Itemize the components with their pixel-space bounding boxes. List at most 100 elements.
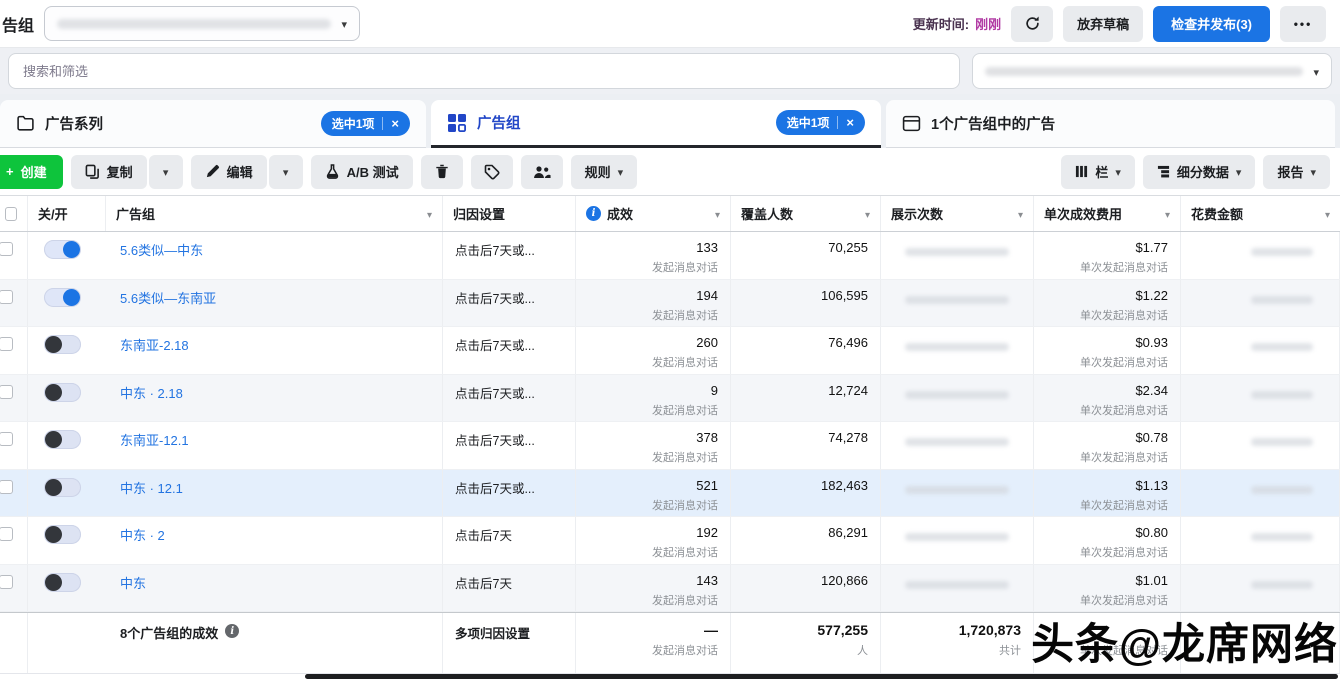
results-value: 143 bbox=[588, 573, 718, 588]
reach-value: 76,496 bbox=[743, 335, 868, 350]
row-checkbox[interactable] bbox=[0, 575, 13, 589]
topbar-actions: 更新时间: 刚刚 放弃草稿 检查并发布(3) ••• bbox=[913, 6, 1326, 42]
tab-ads[interactable]: 1个广告组中的广告 bbox=[886, 100, 1335, 148]
cost-sublabel: 单次发起消息对话 bbox=[1046, 547, 1168, 560]
adset-name-link[interactable]: 5.6类似—东南亚 bbox=[120, 291, 216, 306]
update-time-value: 刚刚 bbox=[975, 14, 1001, 33]
footer-results-sublabel: 发起消息对话 bbox=[588, 645, 718, 658]
duplicate-dropdown-button[interactable] bbox=[149, 155, 183, 189]
adset-name-link[interactable]: 中东 bbox=[120, 576, 146, 591]
redacted-spend-value bbox=[1251, 581, 1313, 589]
select-all-checkbox[interactable] bbox=[5, 207, 17, 221]
adset-name-link[interactable]: 东南亚-2.18 bbox=[120, 338, 189, 353]
more-options-button[interactable]: ••• bbox=[1280, 6, 1326, 42]
adset-name-link[interactable]: 5.6类似—中东 bbox=[120, 243, 203, 258]
status-toggle[interactable] bbox=[44, 335, 81, 354]
tag-icon bbox=[484, 164, 500, 180]
table-row[interactable]: 5.6类似—中东 点击后7天或... 133 发起消息对话 70,255 $1.… bbox=[0, 232, 1340, 280]
duplicate-button[interactable]: 复制 bbox=[71, 155, 147, 189]
results-value: 260 bbox=[588, 335, 718, 350]
table-row[interactable]: 东南亚-12.1 点击后7天或... 378 发起消息对话 74,278 $0.… bbox=[0, 422, 1340, 470]
deselect-icon[interactable]: × bbox=[391, 117, 399, 130]
adset-name-link[interactable]: 中东 · 2.18 bbox=[120, 386, 183, 401]
header-toggle: 关/开 bbox=[28, 196, 106, 231]
header-impressions[interactable]: 展示次数 bbox=[881, 196, 1034, 231]
status-toggle[interactable] bbox=[44, 478, 81, 497]
columns-button[interactable]: 栏 bbox=[1061, 155, 1135, 189]
create-button[interactable]: + 创建 bbox=[0, 155, 63, 189]
row-checkbox[interactable] bbox=[0, 527, 13, 541]
header-reach[interactable]: 覆盖人数 bbox=[731, 196, 881, 231]
search-filter-input[interactable] bbox=[8, 53, 960, 89]
status-toggle[interactable] bbox=[44, 525, 81, 544]
toggle-knob bbox=[45, 336, 62, 353]
header-cost-per-result[interactable]: 单次成效费用 bbox=[1034, 196, 1181, 231]
redacted-spend-value bbox=[1251, 343, 1313, 351]
edit-dropdown-button[interactable] bbox=[269, 155, 303, 189]
header-amount-spent[interactable]: 花费金额 bbox=[1181, 196, 1340, 231]
row-checkbox[interactable] bbox=[0, 337, 13, 351]
chevron-down-icon bbox=[163, 164, 169, 179]
redacted-spend-value bbox=[1251, 486, 1313, 494]
delete-button[interactable] bbox=[421, 155, 463, 189]
ab-test-button[interactable]: A/B 测试 bbox=[311, 155, 413, 189]
report-button[interactable]: 报告 bbox=[1263, 155, 1330, 189]
row-checkbox[interactable] bbox=[0, 385, 13, 399]
attribution-value: 点击后7天或... bbox=[455, 434, 535, 448]
header-adset-name[interactable]: 广告组 bbox=[106, 196, 443, 231]
chevron-down-icon bbox=[283, 164, 289, 179]
cost-sublabel: 单次发起消息对话 bbox=[1046, 452, 1168, 465]
results-sublabel: 发起消息对话 bbox=[588, 310, 718, 323]
table-body: 5.6类似—中东 点击后7天或... 133 发起消息对话 70,255 $1.… bbox=[0, 232, 1340, 612]
breakdown-button[interactable]: 细分数据 bbox=[1143, 155, 1256, 189]
action-toolbar: + 创建 复制 编辑 A/B 测试 bbox=[0, 148, 1340, 196]
adset-name-link[interactable]: 中东 · 12.1 bbox=[120, 481, 183, 496]
table-row[interactable]: 5.6类似—东南亚 点击后7天或... 194 发起消息对话 106,595 $… bbox=[0, 280, 1340, 328]
status-toggle[interactable] bbox=[44, 430, 81, 449]
header-results[interactable]: i成效 bbox=[576, 196, 731, 231]
status-toggle[interactable] bbox=[44, 240, 81, 259]
row-checkbox[interactable] bbox=[0, 432, 13, 446]
status-toggle[interactable] bbox=[44, 383, 81, 402]
deselect-icon[interactable]: × bbox=[846, 116, 854, 129]
level-tabs: 广告系列 选中1项 × 广告组 选中1项 × 1个广告组中的广告 bbox=[0, 94, 1340, 148]
info-icon: i bbox=[586, 206, 601, 221]
tab-campaigns[interactable]: 广告系列 选中1项 × bbox=[0, 100, 426, 148]
pencil-icon bbox=[205, 164, 220, 179]
horizontal-scrollbar[interactable] bbox=[305, 674, 1338, 679]
status-toggle[interactable] bbox=[44, 573, 81, 592]
edit-button[interactable]: 编辑 bbox=[191, 155, 267, 189]
audience-button[interactable] bbox=[521, 155, 563, 189]
trash-icon bbox=[435, 164, 449, 179]
results-sublabel: 发起消息对话 bbox=[588, 405, 718, 418]
entity-selector-dropdown[interactable] bbox=[44, 6, 360, 41]
tag-button[interactable] bbox=[471, 155, 513, 189]
tab-adsets[interactable]: 广告组 选中1项 × bbox=[431, 100, 881, 148]
table-row[interactable]: 东南亚-2.18 点击后7天或... 260 发起消息对话 76,496 $0.… bbox=[0, 327, 1340, 375]
refresh-button[interactable] bbox=[1011, 6, 1053, 42]
campaign-folder-icon bbox=[16, 114, 35, 133]
table-row[interactable]: 中东 · 2.18 点击后7天或... 9 发起消息对话 12,724 $2.3… bbox=[0, 375, 1340, 423]
adset-name-link[interactable]: 中东 · 2 bbox=[120, 528, 165, 543]
review-publish-button[interactable]: 检查并发布(3) bbox=[1153, 6, 1270, 42]
redacted-impressions-value bbox=[905, 486, 1009, 494]
adset-name-link[interactable]: 东南亚-12.1 bbox=[120, 433, 189, 448]
row-checkbox[interactable] bbox=[0, 480, 13, 494]
discard-draft-button[interactable]: 放弃草稿 bbox=[1063, 6, 1143, 42]
table-row[interactable]: 中东 · 2 点击后7天 192 发起消息对话 86,291 $0.80 单次发… bbox=[0, 517, 1340, 565]
toggle-knob bbox=[45, 384, 62, 401]
table-row[interactable]: 中东 点击后7天 143 发起消息对话 120,866 $1.01 单次发起消息… bbox=[0, 565, 1340, 613]
cost-sublabel: 单次发起消息对话 bbox=[1046, 595, 1168, 608]
sort-caret-icon bbox=[1018, 206, 1023, 221]
redacted-spend-value bbox=[1251, 296, 1313, 304]
ad-document-icon bbox=[902, 114, 921, 133]
cost-value: $1.13 bbox=[1046, 478, 1168, 493]
status-toggle[interactable] bbox=[44, 288, 81, 307]
row-checkbox[interactable] bbox=[0, 290, 13, 304]
table-row[interactable]: 中东 · 12.1 点击后7天或... 521 发起消息对话 182,463 $… bbox=[0, 470, 1340, 518]
toggle-knob bbox=[45, 526, 62, 543]
date-range-selector[interactable] bbox=[972, 53, 1332, 89]
attribution-value: 点击后7天 bbox=[455, 577, 512, 591]
rules-button[interactable]: 规则 bbox=[571, 155, 638, 189]
row-checkbox[interactable] bbox=[0, 242, 13, 256]
